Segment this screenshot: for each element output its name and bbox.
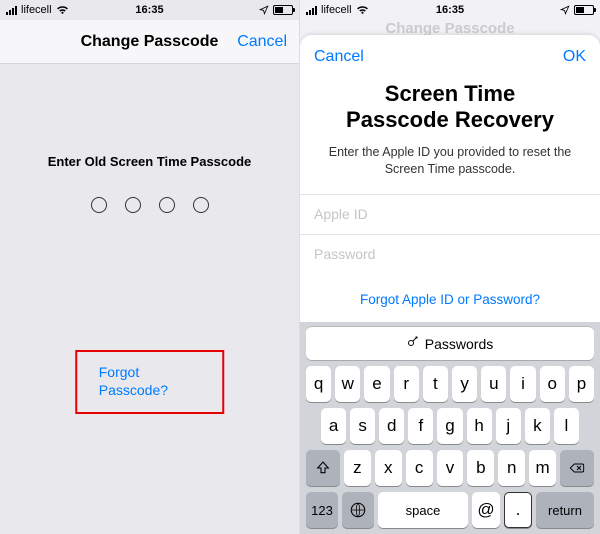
passcode-dot	[193, 197, 209, 213]
recovery-sheet: Cancel OK Screen Time Passcode Recovery …	[300, 35, 600, 534]
key-g[interactable]: g	[437, 408, 462, 444]
emoji-key[interactable]	[342, 492, 374, 528]
passcode-prompt: Enter Old Screen Time Passcode	[0, 154, 299, 169]
passcode-dot	[159, 197, 175, 213]
location-icon	[560, 5, 570, 15]
key-z[interactable]: z	[344, 450, 371, 486]
key-h[interactable]: h	[467, 408, 492, 444]
dot-key[interactable]: .	[504, 492, 532, 528]
key-d[interactable]: d	[379, 408, 404, 444]
forgot-passcode-link[interactable]: Forgot Passcode?	[99, 364, 168, 398]
keyboard-row: zxcvbnm	[306, 450, 594, 486]
keyboard-row: asdfghjkl	[306, 408, 594, 444]
location-icon	[259, 5, 269, 15]
key-e[interactable]: e	[364, 366, 389, 402]
sheet-subtitle: Enter the Apple ID you provided to reset…	[300, 134, 600, 194]
status-bar: lifecell 16:35	[300, 0, 600, 20]
keyboard: Passwords qwertyuiop asdfghjkl zxcvbnm 1…	[300, 322, 600, 534]
apple-id-field[interactable]: Apple ID	[300, 194, 600, 234]
signal-bars-icon	[306, 6, 317, 15]
nav-title: Change Passcode	[81, 33, 219, 51]
key-q[interactable]: q	[306, 366, 331, 402]
key-u[interactable]: u	[481, 366, 506, 402]
password-field[interactable]: Password	[300, 234, 600, 274]
cancel-button[interactable]: Cancel	[237, 33, 287, 51]
space-key[interactable]: space	[378, 492, 468, 528]
backspace-key[interactable]	[560, 450, 594, 486]
battery-icon	[574, 5, 594, 15]
forgot-apple-id-link[interactable]: Forgot Apple ID or Password?	[300, 274, 600, 325]
keyboard-row: 123 space @ . return	[306, 492, 594, 528]
key-l[interactable]: l	[554, 408, 579, 444]
key-icon	[407, 335, 419, 352]
key-r[interactable]: r	[394, 366, 419, 402]
clock: 16:35	[436, 4, 464, 16]
key-n[interactable]: n	[498, 450, 525, 486]
keyboard-row: qwertyuiop	[306, 366, 594, 402]
key-c[interactable]: c	[406, 450, 433, 486]
wifi-icon	[356, 5, 369, 15]
autofill-passwords-button[interactable]: Passwords	[306, 326, 594, 360]
carrier-label: lifecell	[321, 4, 352, 16]
nav-bar: Change Passcode Cancel	[0, 20, 299, 64]
key-y[interactable]: y	[452, 366, 477, 402]
clock: 16:35	[135, 4, 163, 16]
key-k[interactable]: k	[525, 408, 550, 444]
numbers-key[interactable]: 123	[306, 492, 338, 528]
screen-passcode-recovery: lifecell 16:35 Change Passcode Cancel OK…	[300, 0, 600, 534]
sheet-ok-button[interactable]: OK	[563, 48, 586, 66]
key-b[interactable]: b	[467, 450, 494, 486]
return-key[interactable]: return	[536, 492, 594, 528]
key-s[interactable]: s	[350, 408, 375, 444]
at-key[interactable]: @	[472, 492, 500, 528]
key-j[interactable]: j	[496, 408, 521, 444]
wifi-icon	[56, 5, 69, 15]
key-x[interactable]: x	[375, 450, 402, 486]
sheet-cancel-button[interactable]: Cancel	[314, 48, 364, 66]
passcode-dots[interactable]	[0, 197, 299, 213]
forgot-passcode-highlight: Forgot Passcode?	[75, 350, 225, 414]
key-t[interactable]: t	[423, 366, 448, 402]
passcode-dot	[91, 197, 107, 213]
carrier-label: lifecell	[21, 4, 52, 16]
key-v[interactable]: v	[437, 450, 464, 486]
key-w[interactable]: w	[335, 366, 360, 402]
screen-change-passcode: lifecell 16:35 Change Passcode Cancel En…	[0, 0, 300, 534]
key-a[interactable]: a	[321, 408, 346, 444]
key-o[interactable]: o	[540, 366, 565, 402]
passcode-dot	[125, 197, 141, 213]
key-p[interactable]: p	[569, 366, 594, 402]
key-f[interactable]: f	[408, 408, 433, 444]
shift-key[interactable]	[306, 450, 340, 486]
sheet-title: Screen Time Passcode Recovery	[300, 81, 600, 134]
key-m[interactable]: m	[529, 450, 556, 486]
signal-bars-icon	[6, 6, 17, 15]
status-bar: lifecell 16:35	[0, 0, 299, 20]
battery-icon	[273, 5, 293, 15]
key-i[interactable]: i	[510, 366, 535, 402]
